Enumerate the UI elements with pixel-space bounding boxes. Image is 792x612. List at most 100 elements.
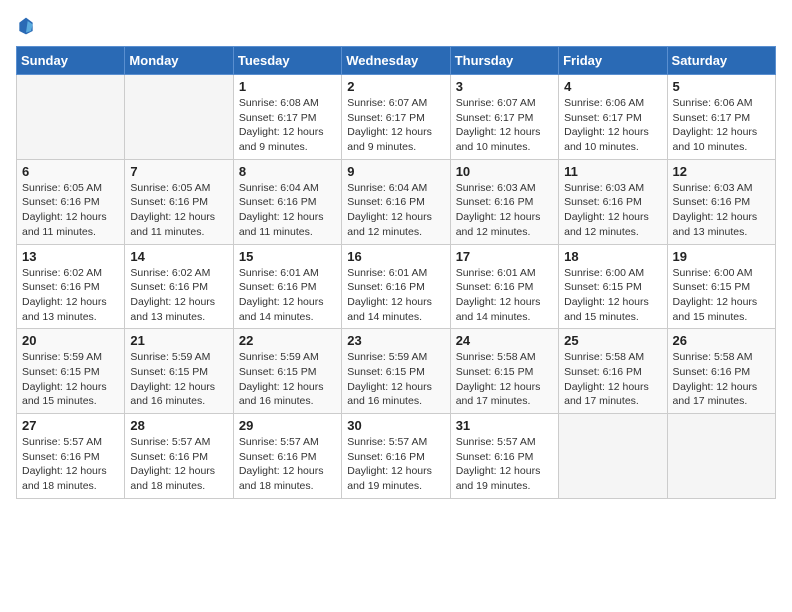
calendar-day-cell: 6 Sunrise: 6:05 AMSunset: 6:16 PMDaylight… — [17, 159, 125, 244]
day-number: 20 — [22, 333, 119, 348]
day-info: Sunrise: 6:03 AMSunset: 6:16 PMDaylight:… — [673, 181, 770, 240]
day-info: Sunrise: 6:04 AMSunset: 6:16 PMDaylight:… — [347, 181, 444, 240]
calendar-day-cell: 27 Sunrise: 5:57 AMSunset: 6:16 PMDayligh… — [17, 414, 125, 499]
day-number: 21 — [130, 333, 227, 348]
day-number: 6 — [22, 164, 119, 179]
calendar-day-cell: 17 Sunrise: 6:01 AMSunset: 6:16 PMDayligh… — [450, 244, 558, 329]
day-info: Sunrise: 5:57 AMSunset: 6:16 PMDaylight:… — [347, 435, 444, 494]
calendar-day-cell: 23 Sunrise: 5:59 AMSunset: 6:15 PMDayligh… — [342, 329, 450, 414]
day-number: 26 — [673, 333, 770, 348]
calendar-day-cell: 30 Sunrise: 5:57 AMSunset: 6:16 PMDayligh… — [342, 414, 450, 499]
day-info: Sunrise: 6:01 AMSunset: 6:16 PMDaylight:… — [239, 266, 336, 325]
calendar-week-row: 27 Sunrise: 5:57 AMSunset: 6:16 PMDayligh… — [17, 414, 776, 499]
day-number: 13 — [22, 249, 119, 264]
calendar-day-cell: 29 Sunrise: 5:57 AMSunset: 6:16 PMDayligh… — [233, 414, 341, 499]
day-number: 19 — [673, 249, 770, 264]
calendar-day-cell: 4 Sunrise: 6:06 AMSunset: 6:17 PMDaylight… — [559, 75, 667, 160]
day-number: 27 — [22, 418, 119, 433]
day-info: Sunrise: 6:05 AMSunset: 6:16 PMDaylight:… — [22, 181, 119, 240]
day-number: 9 — [347, 164, 444, 179]
day-of-week-header: Saturday — [667, 47, 775, 75]
day-number: 3 — [456, 79, 553, 94]
calendar-day-cell: 18 Sunrise: 6:00 AMSunset: 6:15 PMDayligh… — [559, 244, 667, 329]
day-info: Sunrise: 5:59 AMSunset: 6:15 PMDaylight:… — [130, 350, 227, 409]
calendar-week-row: 1Sunrise: 6:08 AMSunset: 6:17 PMDaylight… — [17, 75, 776, 160]
calendar-day-cell: 26 Sunrise: 5:58 AMSunset: 6:16 PMDayligh… — [667, 329, 775, 414]
day-info: Sunrise: 5:57 AMSunset: 6:16 PMDaylight:… — [239, 435, 336, 494]
day-number: 17 — [456, 249, 553, 264]
day-number: 5 — [673, 79, 770, 94]
day-number: 14 — [130, 249, 227, 264]
calendar-day-cell: 11 Sunrise: 6:03 AMSunset: 6:16 PMDayligh… — [559, 159, 667, 244]
day-number: 29 — [239, 418, 336, 433]
day-info: Sunrise: 6:04 AMSunset: 6:16 PMDaylight:… — [239, 181, 336, 240]
day-number: 1 — [239, 79, 336, 94]
calendar-table: SundayMondayTuesdayWednesdayThursdayFrid… — [16, 46, 776, 499]
day-info: Sunrise: 6:01 AMSunset: 6:16 PMDaylight:… — [456, 266, 553, 325]
day-info: Sunrise: 5:57 AMSunset: 6:16 PMDaylight:… — [130, 435, 227, 494]
day-number: 4 — [564, 79, 661, 94]
day-info: Sunrise: 6:00 AMSunset: 6:15 PMDaylight:… — [673, 266, 770, 325]
calendar-day-cell — [17, 75, 125, 160]
day-number: 22 — [239, 333, 336, 348]
day-info: Sunrise: 6:07 AMSunset: 6:17 PMDaylight:… — [347, 96, 444, 155]
calendar-day-cell: 7Sunrise: 6:05 AMSunset: 6:16 PMDaylight… — [125, 159, 233, 244]
day-number: 23 — [347, 333, 444, 348]
logo — [16, 16, 40, 36]
calendar-day-cell: 14 Sunrise: 6:02 AMSunset: 6:16 PMDayligh… — [125, 244, 233, 329]
calendar-week-row: 6 Sunrise: 6:05 AMSunset: 6:16 PMDaylight… — [17, 159, 776, 244]
day-of-week-header: Tuesday — [233, 47, 341, 75]
day-number: 2 — [347, 79, 444, 94]
calendar-day-cell: 28Sunrise: 5:57 AMSunset: 6:16 PMDayligh… — [125, 414, 233, 499]
calendar-day-cell: 12 Sunrise: 6:03 AMSunset: 6:16 PMDayligh… — [667, 159, 775, 244]
logo-icon — [16, 16, 36, 36]
day-info: Sunrise: 6:00 AMSunset: 6:15 PMDaylight:… — [564, 266, 661, 325]
day-info: Sunrise: 6:06 AMSunset: 6:17 PMDaylight:… — [564, 96, 661, 155]
calendar-day-cell — [559, 414, 667, 499]
day-info: Sunrise: 5:57 AMSunset: 6:16 PMDaylight:… — [456, 435, 553, 494]
calendar-day-cell — [125, 75, 233, 160]
calendar-day-cell: 2 Sunrise: 6:07 AMSunset: 6:17 PMDaylight… — [342, 75, 450, 160]
day-info: Sunrise: 6:03 AMSunset: 6:16 PMDaylight:… — [564, 181, 661, 240]
day-info: Sunrise: 5:58 AMSunset: 6:16 PMDaylight:… — [564, 350, 661, 409]
day-info: Sunrise: 5:58 AMSunset: 6:16 PMDaylight:… — [673, 350, 770, 409]
calendar-day-cell: 9 Sunrise: 6:04 AMSunset: 6:16 PMDaylight… — [342, 159, 450, 244]
day-number: 12 — [673, 164, 770, 179]
day-info: Sunrise: 6:03 AMSunset: 6:16 PMDaylight:… — [456, 181, 553, 240]
day-info: Sunrise: 5:59 AMSunset: 6:15 PMDaylight:… — [22, 350, 119, 409]
day-of-week-header: Friday — [559, 47, 667, 75]
day-number: 11 — [564, 164, 661, 179]
day-number: 30 — [347, 418, 444, 433]
calendar-day-cell: 10 Sunrise: 6:03 AMSunset: 6:16 PMDayligh… — [450, 159, 558, 244]
day-of-week-header: Thursday — [450, 47, 558, 75]
day-number: 7 — [130, 164, 227, 179]
day-info: Sunrise: 5:58 AMSunset: 6:15 PMDaylight:… — [456, 350, 553, 409]
day-info: Sunrise: 6:02 AMSunset: 6:16 PMDaylight:… — [22, 266, 119, 325]
day-of-week-header: Wednesday — [342, 47, 450, 75]
calendar-day-cell: 13 Sunrise: 6:02 AMSunset: 6:16 PMDayligh… — [17, 244, 125, 329]
day-number: 16 — [347, 249, 444, 264]
calendar-day-cell: 25 Sunrise: 5:58 AMSunset: 6:16 PMDayligh… — [559, 329, 667, 414]
calendar-day-cell: 5Sunrise: 6:06 AMSunset: 6:17 PMDaylight… — [667, 75, 775, 160]
day-info: Sunrise: 6:01 AMSunset: 6:16 PMDaylight:… — [347, 266, 444, 325]
calendar-day-cell: 19 Sunrise: 6:00 AMSunset: 6:15 PMDayligh… — [667, 244, 775, 329]
calendar-header-row: SundayMondayTuesdayWednesdayThursdayFrid… — [17, 47, 776, 75]
day-number: 25 — [564, 333, 661, 348]
day-number: 31 — [456, 418, 553, 433]
calendar-week-row: 20 Sunrise: 5:59 AMSunset: 6:15 PMDayligh… — [17, 329, 776, 414]
calendar-day-cell — [667, 414, 775, 499]
calendar-week-row: 13 Sunrise: 6:02 AMSunset: 6:16 PMDayligh… — [17, 244, 776, 329]
day-info: Sunrise: 6:02 AMSunset: 6:16 PMDaylight:… — [130, 266, 227, 325]
calendar-day-cell: 16 Sunrise: 6:01 AMSunset: 6:16 PMDayligh… — [342, 244, 450, 329]
day-of-week-header: Monday — [125, 47, 233, 75]
calendar-day-cell: 31 Sunrise: 5:57 AMSunset: 6:16 PMDayligh… — [450, 414, 558, 499]
calendar-day-cell: 20 Sunrise: 5:59 AMSunset: 6:15 PMDayligh… — [17, 329, 125, 414]
day-info: Sunrise: 5:59 AMSunset: 6:15 PMDaylight:… — [347, 350, 444, 409]
calendar-day-cell: 8Sunrise: 6:04 AMSunset: 6:16 PMDaylight… — [233, 159, 341, 244]
calendar-day-cell: 22Sunrise: 5:59 AMSunset: 6:15 PMDayligh… — [233, 329, 341, 414]
header — [16, 16, 776, 36]
day-number: 10 — [456, 164, 553, 179]
day-number: 18 — [564, 249, 661, 264]
calendar-day-cell: 21 Sunrise: 5:59 AMSunset: 6:15 PMDayligh… — [125, 329, 233, 414]
day-info: Sunrise: 5:57 AMSunset: 6:16 PMDaylight:… — [22, 435, 119, 494]
